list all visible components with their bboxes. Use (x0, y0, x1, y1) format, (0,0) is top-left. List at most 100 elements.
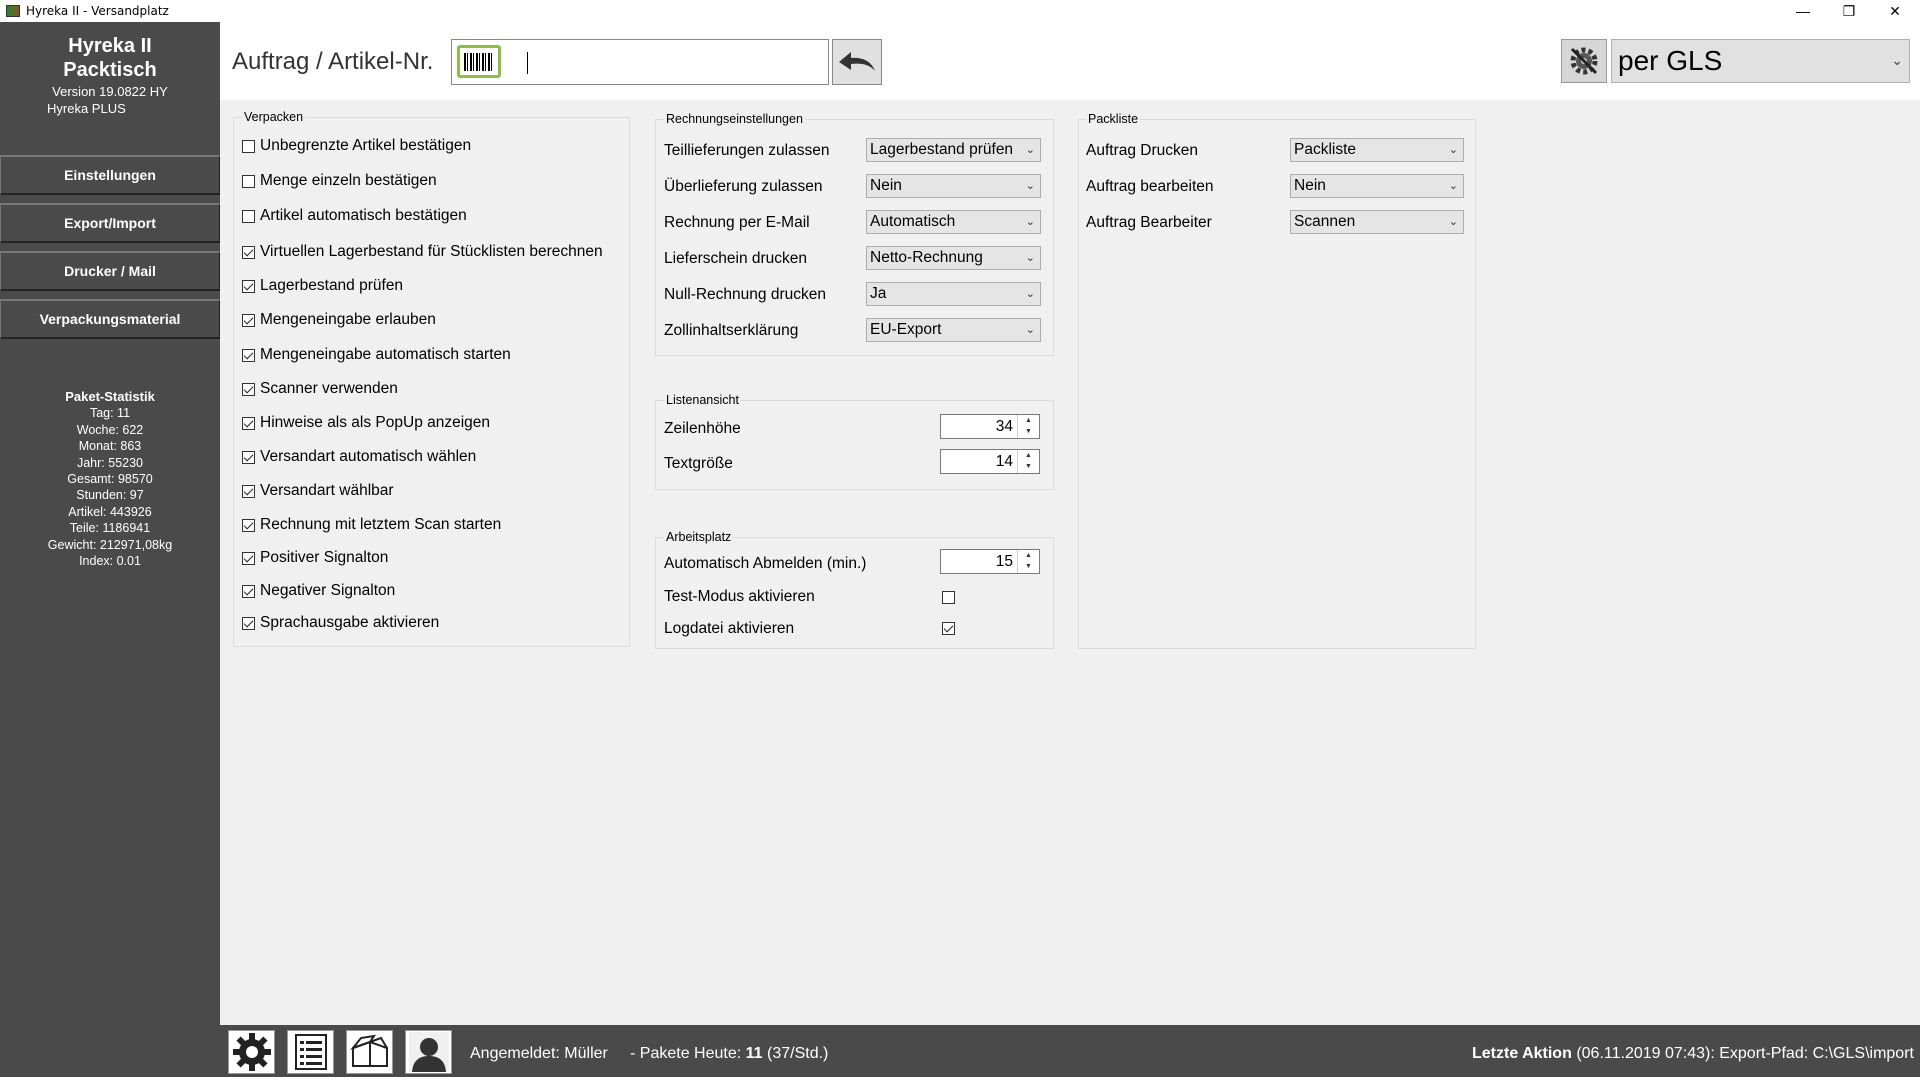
packing-option-checkbox[interactable] (242, 174, 255, 188)
packing-option-checkbox[interactable] (242, 313, 255, 327)
auto-logout-stepper[interactable]: 15 ▲ ▼ (940, 549, 1040, 574)
undo-arrow-icon (839, 52, 875, 71)
invoice-setting-dropdown[interactable]: Nein ⌄ (866, 174, 1041, 198)
carrier-settings-button[interactable] (1561, 39, 1607, 83)
packing-option-checkbox[interactable] (242, 518, 255, 532)
packing-option-label: Rechnung mit letztem Scan starten (260, 516, 502, 533)
packages-count: 11 (745, 1045, 763, 1062)
last-action-text: (06.11.2019 07:43): Export-Pfad: C:\GLS\… (1576, 1045, 1914, 1062)
packing-option-checkbox[interactable] (242, 209, 255, 223)
sidebar: Hyreka II Packtisch Version 19.0822 HY H… (0, 22, 220, 1080)
maximize-button[interactable]: ❐ (1826, 0, 1872, 22)
package-button[interactable] (346, 1030, 393, 1074)
packing-option-row[interactable]: Artikel automatisch bestätigen (242, 207, 467, 225)
chevron-down-icon: ⌄ (1025, 324, 1035, 336)
chevron-down-icon: ⌄ (1448, 144, 1458, 156)
settings-footer-button[interactable] (228, 1030, 275, 1074)
logfile-checkbox[interactable] (942, 622, 955, 635)
packing-option-row[interactable]: Unbegrenzte Artikel bestätigen (242, 137, 471, 155)
packing-option-row[interactable]: Menge einzeln bestätigen (242, 172, 437, 190)
packing-option-checkbox[interactable] (242, 416, 255, 430)
packing-option-checkbox[interactable] (242, 616, 255, 630)
chevron-down-icon: ⌄ (1025, 216, 1035, 228)
packing-option-label: Scanner verwenden (260, 380, 398, 397)
packaging-material-button[interactable]: Verpackungsmaterial (0, 299, 220, 339)
packing-list-setting-dropdown[interactable]: Scannen ⌄ (1290, 210, 1464, 234)
packing-list-setting-value: Packliste (1294, 141, 1357, 158)
packing-option-checkbox[interactable] (242, 382, 255, 396)
invoice-setting-dropdown[interactable]: Netto-Rechnung ⌄ (866, 246, 1041, 270)
packages-today: - Pakete Heute: 11 (37/Std.) (630, 1045, 828, 1063)
stat-parts: Teile: 1186941 (69, 521, 151, 536)
invoice-setting-dropdown[interactable]: EU-Export ⌄ (866, 318, 1041, 342)
chevron-down-icon: ⌄ (1025, 252, 1035, 264)
list-view-stepper[interactable]: 34 ▲ ▼ (940, 414, 1040, 439)
packing-list-setting-label: Auftrag Drucken (1086, 142, 1198, 159)
packing-option-row[interactable]: Negativer Signalton (242, 582, 395, 600)
packing-option-label: Sprachausgabe aktivieren (260, 614, 440, 631)
edition-label: Hyreka PLUS (47, 101, 126, 116)
stats-title: Paket-Statistik (65, 389, 155, 404)
settings-button[interactable]: Einstellungen (0, 155, 220, 195)
packing-option-row[interactable]: Versandart wählbar (242, 482, 394, 500)
list-button[interactable] (287, 1030, 334, 1074)
packing-option-row[interactable]: Mengeneingabe erlauben (242, 311, 436, 329)
brand-subtitle: Packtisch (63, 59, 157, 81)
test-mode-checkbox[interactable] (942, 591, 955, 604)
packing-option-row[interactable]: Rechnung mit letztem Scan starten (242, 516, 501, 534)
stat-weight: Gewicht: 212971,08kg (47, 537, 173, 552)
invoice-settings-title: Rechnungseinstellungen (664, 112, 805, 126)
packing-option-row[interactable]: Scanner verwenden (242, 380, 398, 398)
packing-option-checkbox[interactable] (242, 484, 255, 498)
invoice-setting-value: Automatisch (870, 213, 956, 230)
packing-option-checkbox[interactable] (242, 279, 255, 293)
order-article-input[interactable] (512, 46, 812, 78)
minimize-button[interactable]: — (1780, 0, 1826, 22)
packing-option-label: Hinweise als als PopUp anzeigen (260, 414, 491, 431)
list-view-stepper[interactable]: 14 ▲ ▼ (940, 449, 1040, 474)
logfile-label: Logdatei aktivieren (664, 620, 795, 637)
packages-prefix: - Pakete Heute: (630, 1045, 742, 1062)
stepper-up-icon[interactable]: ▲ (1018, 450, 1039, 461)
packing-list-setting-dropdown[interactable]: Packliste ⌄ (1290, 138, 1464, 162)
packing-list-setting-dropdown[interactable]: Nein ⌄ (1290, 174, 1464, 198)
packing-option-row[interactable]: Versandart automatisch wählen (242, 448, 476, 466)
packing-option-row[interactable]: Positiver Signalton (242, 549, 388, 567)
packing-option-checkbox[interactable] (242, 245, 255, 259)
close-button[interactable]: ✕ (1872, 0, 1918, 22)
back-button[interactable] (832, 39, 882, 85)
stat-articles: Artikel: 443926 (68, 504, 152, 519)
packing-option-row[interactable]: Lagerbestand prüfen (242, 277, 403, 295)
invoice-setting-dropdown[interactable]: Ja ⌄ (866, 282, 1041, 306)
stepper-down-icon[interactable]: ▼ (1018, 461, 1039, 472)
packing-option-row[interactable]: Mengeneingabe automatisch starten (242, 346, 511, 364)
packing-option-checkbox[interactable] (242, 348, 255, 362)
invoice-setting-value: Ja (870, 285, 887, 302)
logged-in-label: Angemeldet: Müller (470, 1045, 608, 1062)
stepper-down-icon[interactable]: ▼ (1018, 426, 1039, 437)
stepper-down-icon[interactable]: ▼ (1018, 561, 1039, 572)
carrier-select[interactable]: per GLS ⌄ (1611, 39, 1910, 83)
scan-field[interactable] (451, 39, 829, 85)
list-view-value: 14 (995, 453, 1013, 470)
invoice-setting-dropdown[interactable]: Automatisch ⌄ (866, 210, 1041, 234)
printer-mail-button[interactable]: Drucker / Mail (0, 251, 220, 291)
packing-list-title: Packliste (1086, 112, 1141, 126)
invoice-setting-value: EU-Export (870, 321, 942, 338)
order-article-label: Auftrag / Artikel-Nr. (232, 48, 434, 75)
packing-option-checkbox[interactable] (242, 139, 255, 153)
packing-option-row[interactable]: Sprachausgabe aktivieren (242, 614, 439, 632)
stepper-up-icon[interactable]: ▲ (1018, 415, 1039, 426)
packing-option-checkbox[interactable] (242, 551, 255, 565)
user-button[interactable] (405, 1030, 452, 1074)
export-import-button[interactable]: Export/Import (0, 203, 220, 243)
packing-option-row[interactable]: Hinweise als als PopUp anzeigen (242, 414, 490, 432)
list-view-label: Textgröße (664, 455, 733, 472)
stepper-up-icon[interactable]: ▲ (1018, 550, 1039, 561)
invoice-setting-dropdown[interactable]: Lagerbestand prüfen ⌄ (866, 138, 1041, 162)
packing-option-checkbox[interactable] (242, 584, 255, 598)
packing-option-checkbox[interactable] (242, 450, 255, 464)
last-action-label: Letzte Aktion (1472, 1045, 1572, 1062)
packing-option-label: Versandart wählbar (260, 482, 394, 499)
packing-option-row[interactable]: Virtuellen Lagerbestand für Stücklisten … (242, 243, 603, 261)
